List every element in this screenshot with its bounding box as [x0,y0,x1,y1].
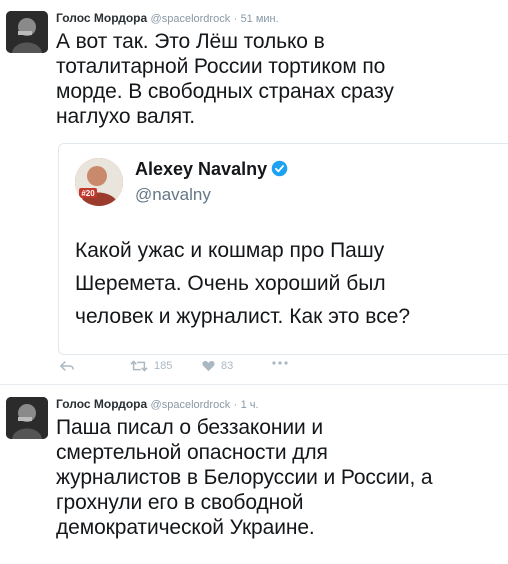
tweet-text-line: журналистов в Белоруссии и России, а [56,466,433,489]
author-handle[interactable]: @spacelordrock [151,399,231,411]
quoted-tweet-text: Какой ужас и кошмар про Пашу Шеремета. О… [75,234,505,333]
author-name[interactable]: Голос Мордора [56,11,147,25]
author-avatar[interactable] [6,11,48,53]
quoted-text-line: человек и журналист. Как это все? [75,305,411,328]
verified-badge-icon [271,160,288,182]
author-name[interactable]: Голос Мордора [56,397,147,411]
more-button[interactable] [272,360,288,366]
author-handle[interactable]: @spacelordrock [151,13,231,25]
tweet-time[interactable]: 51 мин. [241,13,279,25]
quoted-tweet[interactable]: #20 Alexey Navalny @navalny Какой ужас и… [58,143,508,355]
tweet-header: Голос Мордора @spacelordrock · 1 ч. [56,397,259,412]
tweet-text-line: грохнули его в свободной [56,491,304,514]
retweet-icon [130,360,148,372]
retweet-button[interactable]: 185 [130,360,172,372]
author-avatar[interactable] [6,397,48,439]
tweet-text-line: А вот так. Это Лёш только в [56,30,325,53]
tweet-text-line: тоталитарной России тортиком по [56,55,386,78]
separator: · [233,399,238,411]
more-icon [272,361,288,365]
tweet-header: Голос Мордора @spacelordrock · 51 мин. [56,11,279,26]
tweet-text-line: морде. В свободных странах сразу [56,80,394,103]
quoted-text-line: Шеремета. Очень хороший был [75,272,386,295]
quoted-author-name[interactable]: Alexey Navalny [135,159,267,179]
tweet-text: Паша писал о беззаконии и смертельной оп… [56,415,501,540]
quoted-author-line: Alexey Navalny [135,159,288,182]
avatar-badge: #20 [81,189,95,198]
tweet-text: А вот так. Это Лёш только в тоталитарной… [56,29,501,129]
tweet-text-line: наглухо валят. [56,105,195,128]
reply-button[interactable] [60,360,74,372]
tweet-text-line: смертельной опасности для [56,441,328,464]
heart-icon [202,360,215,372]
reply-icon [60,361,74,371]
like-count: 83 [221,360,234,372]
tweet-text-line: Паша писал о беззаконии и [56,416,323,439]
retweet-count: 185 [154,360,173,372]
tweet-time[interactable]: 1 ч. [241,399,259,411]
quoted-author-avatar[interactable]: #20 [75,158,123,206]
tweet-divider [0,384,508,385]
tweet-text-line: демократической Украине. [56,516,315,539]
quoted-text-line: Какой ужас и кошмар про Пашу [75,239,385,262]
tweet[interactable]: Голос Мордора @spacelordrock · 51 мин. А… [0,0,508,384]
separator: · [233,13,238,25]
quoted-author-handle[interactable]: @navalny [135,185,211,205]
tweet[interactable]: Голос Мордора @spacelordrock · 1 ч. Паша… [0,386,508,564]
like-button[interactable]: 83 [202,360,233,372]
